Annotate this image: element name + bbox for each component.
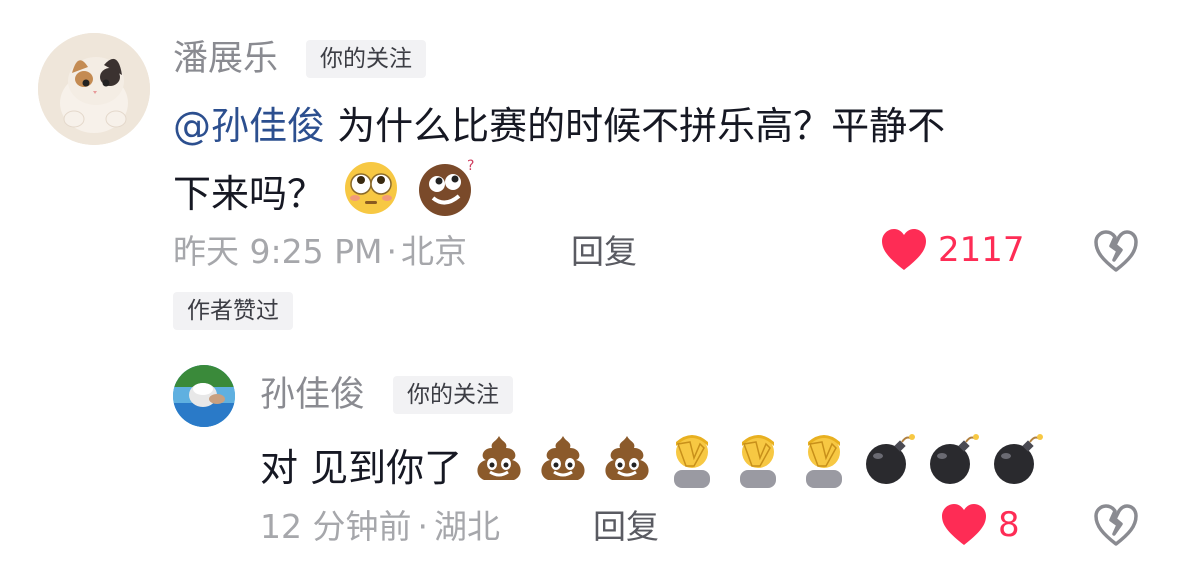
bomb-emoji: [990, 432, 1046, 503]
reply-like-button[interactable]: 8: [940, 503, 1020, 547]
reply-text: 对 见到你了: [260, 430, 1046, 505]
comment-location: 北京: [400, 232, 467, 271]
reply-time: 12 分钟前: [260, 507, 412, 546]
comment-text-line2: 下来吗？: [173, 172, 326, 216]
facepalm-emoji: [730, 430, 786, 505]
poo-emoji: [536, 432, 590, 503]
facepalm-emoji: [664, 430, 720, 505]
comment-reply-button[interactable]: 回复: [571, 232, 637, 272]
svg-text:?: ?: [467, 158, 474, 174]
bomb-emoji: [862, 432, 918, 503]
reply-meta: 12 分钟前 · 湖北: [260, 507, 500, 547]
reply-username[interactable]: 孙佳俊: [260, 375, 365, 415]
swimmer-avatar-image: [173, 365, 235, 427]
meta-separator: ·: [386, 232, 397, 271]
reply-follow-tag: 你的关注: [393, 376, 513, 414]
comment-dislike-button[interactable]: [1093, 229, 1139, 277]
meta-separator: ·: [417, 507, 428, 546]
follow-tag: 你的关注: [306, 40, 426, 78]
reply-location: 湖北: [433, 507, 500, 546]
reply-text-content: 对 见到你了: [260, 445, 463, 490]
reply-reply-button[interactable]: 回复: [593, 507, 659, 547]
reply-like-count: 8: [998, 505, 1020, 545]
heart-filled-icon: [942, 504, 986, 545]
poo-emoji: [472, 432, 526, 503]
comment-like-button[interactable]: 2117: [880, 228, 1025, 272]
poo-emoji: [600, 432, 654, 503]
kitten-avatar-image: [38, 33, 150, 145]
rolling-eyes-brown-emoji: ?: [415, 158, 479, 235]
bomb-emoji: [926, 432, 982, 503]
comment-time: 昨天 9:25 PM: [173, 232, 383, 271]
avatar-panzhanle[interactable]: [38, 33, 150, 145]
flushed-face-emoji: [343, 160, 399, 233]
reply-dislike-button[interactable]: [1093, 503, 1139, 551]
broken-heart-icon: [1094, 230, 1138, 272]
mention-link[interactable]: @孙佳俊: [173, 104, 325, 148]
broken-heart-icon: [1094, 504, 1138, 546]
comment-like-count: 2117: [938, 230, 1025, 270]
comment-text-line1: 为什么比赛的时候不拼乐高？平静不: [325, 104, 946, 148]
avatar-sunjiajun[interactable]: [173, 365, 235, 427]
author-liked-badge: 作者赞过: [173, 292, 293, 330]
comment-meta: 昨天 9:25 PM · 北京: [173, 232, 467, 272]
facepalm-emoji: [796, 430, 852, 505]
comment-username[interactable]: 潘展乐: [173, 39, 278, 79]
comment-text: @孙佳俊 为什么比赛的时候不拼乐高？平静不 下来吗？ ?: [173, 96, 1133, 235]
heart-filled-icon: [882, 229, 926, 270]
